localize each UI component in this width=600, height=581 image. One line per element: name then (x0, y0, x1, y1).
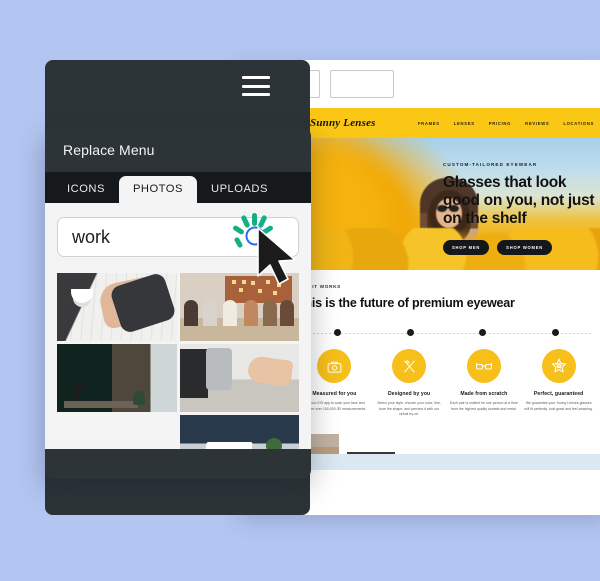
hamburger-menu-icon[interactable] (242, 76, 270, 98)
hero-headline: Glasses that look good on you, not just … (443, 174, 595, 228)
nav-item-pricing[interactable]: PRICING (489, 121, 511, 126)
nav-item-lenses[interactable]: LENSES (454, 121, 475, 126)
hero-eyebrow: CUSTOM-TAILORED EYEWEAR (443, 162, 538, 167)
glasses-icon (466, 349, 501, 383)
site-footer-strip (283, 429, 600, 470)
editor-shell-bottom (45, 477, 245, 515)
nav-item-locations[interactable]: LOCATIONS (563, 121, 594, 126)
shop-men-button[interactable]: SHOP MEN (443, 240, 490, 256)
feature-title: Made from scratch (460, 391, 508, 397)
site-body: Sunny Lenses FRAMES LENSES PRICING REVIE… (283, 108, 600, 515)
timeline-dots (301, 329, 592, 336)
crossed-pencils-icon (392, 349, 427, 383)
replace-menu-tabs: ICONS PHOTOS UPLOADS (45, 172, 311, 203)
search-box[interactable] (57, 217, 299, 257)
feature-title: Perfect, guaranteed (533, 391, 584, 397)
tab-uploads[interactable]: UPLOADS (197, 176, 282, 203)
photo-thumbnail[interactable] (179, 273, 299, 341)
replace-menu-content (45, 203, 311, 477)
replace-menu-panel: Replace Menu ICONS PHOTOS UPLOADS (45, 127, 311, 477)
feature-perfect-guaranteed: Perfect, guaranteed We guarantee your Su… (524, 349, 594, 418)
search-input[interactable] (70, 225, 286, 249)
replace-menu-title: Replace Menu (63, 142, 155, 158)
feature-made-from-scratch: Made from scratch Each pair is crafted f… (449, 349, 519, 418)
photo-thumbnail[interactable] (57, 344, 177, 412)
site-nav-links: FRAMES LENSES PRICING REVIEWS LOCATIONS (418, 121, 600, 126)
hero-copy: CUSTOM-TAILORED EYEWEAR Glasses that loo… (443, 162, 600, 256)
feature-description: Each pair is crafted for one person at a… (449, 401, 518, 411)
how-it-works-heading: This is the future of premium eyewear (297, 296, 515, 310)
brand-name: Sunny Lenses (310, 117, 376, 129)
footer-blue-band (283, 453, 600, 470)
nav-item-frames[interactable]: FRAMES (418, 121, 440, 126)
tab-photos[interactable]: PHOTOS (118, 176, 197, 203)
site-navbar: Sunny Lenses FRAMES LENSES PRICING REVIE… (283, 108, 600, 138)
how-it-works-eyebrow: HOW IT WORKS (297, 284, 341, 289)
feature-list: Measured for you Use our iOS app to scan… (297, 349, 596, 430)
hero-cta-group: SHOP MEN SHOP WOMEN (443, 240, 600, 256)
shop-women-button[interactable]: SHOP WOMEN (497, 240, 552, 256)
toolbar-box-two[interactable] (330, 70, 394, 98)
feature-description: Select your style, choose your color, fi… (377, 401, 442, 417)
tab-icons[interactable]: ICONS (53, 176, 119, 203)
screenshot-stage: Sunny Lenses FRAMES LENSES PRICING REVIE… (0, 0, 600, 581)
photo-thumbnail[interactable] (179, 344, 299, 412)
hero-section: CUSTOM-TAILORED EYEWEAR Glasses that loo… (283, 138, 600, 270)
feature-description: We guarantee your Sunny Lenses glasses w… (524, 401, 593, 411)
steps-timeline (301, 329, 592, 337)
how-it-works-section: HOW IT WORKS This is the future of premi… (283, 270, 600, 430)
camera-scan-icon (317, 349, 352, 383)
feature-designed-by-you: Designed by you Select your style, choos… (374, 349, 444, 418)
star-badge-icon (541, 349, 576, 383)
search-area (45, 203, 311, 257)
editor-shell-bottom-band (45, 449, 311, 479)
feature-title: Designed by you (387, 391, 431, 397)
photo-results-grid (57, 273, 299, 477)
photo-thumbnail[interactable] (57, 273, 177, 341)
nav-item-reviews[interactable]: REVIEWS (525, 121, 549, 126)
